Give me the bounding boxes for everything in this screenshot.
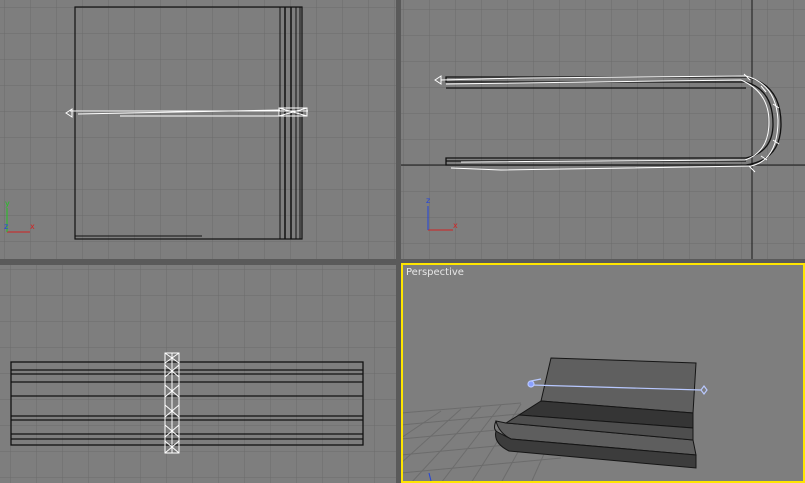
- viewport-left[interactable]: [0, 265, 396, 483]
- viewport-front-canvas[interactable]: x z: [401, 0, 805, 259]
- axis-x-label: x: [30, 222, 35, 231]
- axis-z-label: z: [426, 196, 430, 205]
- grid: [401, 0, 805, 259]
- axis-x-label: x: [453, 221, 458, 230]
- pages-object-perspective[interactable]: [494, 357, 697, 469]
- viewport-left-canvas[interactable]: [0, 265, 396, 483]
- axis-z-label: z: [4, 222, 8, 231]
- grid: [0, 0, 396, 259]
- viewport-top[interactable]: x y z: [0, 0, 396, 259]
- viewport-top-canvas[interactable]: x y z: [0, 0, 396, 259]
- axis-y-label: y: [5, 199, 10, 208]
- viewport-perspective-label[interactable]: Perspective: [406, 267, 464, 278]
- viewport-front[interactable]: x z: [401, 0, 805, 259]
- axis-gizmo-perspective: [428, 472, 432, 482]
- viewport-perspective-canvas[interactable]: [401, 263, 805, 483]
- viewport-perspective[interactable]: Perspective: [401, 263, 805, 483]
